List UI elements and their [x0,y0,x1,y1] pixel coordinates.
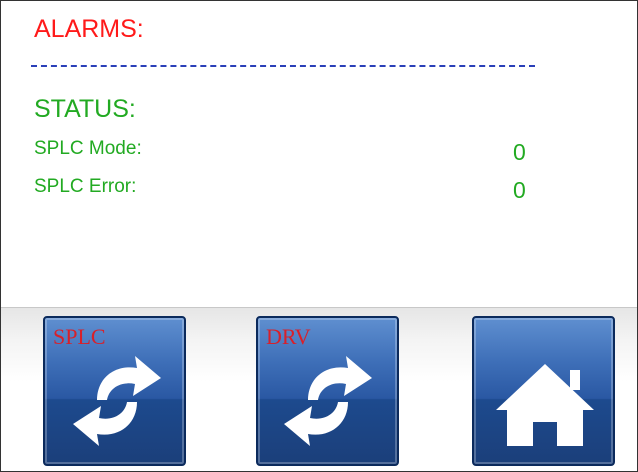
splc-tag: SPLC [53,324,106,349]
bottom-toolbar: SPLC DRV [1,307,637,471]
home-button[interactable] [472,316,615,466]
splc-mode-value: 0 [513,139,526,165]
drv-refresh-button[interactable]: DRV [256,316,399,466]
hmi-screen: ALARMS: STATUS: SPLC Mode: 0 SPLC Error:… [0,0,638,472]
splc-refresh-button[interactable]: SPLC [43,316,186,466]
splc-error-value: 0 [513,177,526,203]
section-divider [31,65,535,67]
splc-mode-label: SPLC Mode: [34,138,142,159]
alarms-title: ALARMS: [34,15,144,43]
status-title: STATUS: [34,95,136,123]
splc-error-label: SPLC Error: [34,176,137,197]
drv-tag: DRV [266,324,311,349]
home-icon [496,364,594,446]
